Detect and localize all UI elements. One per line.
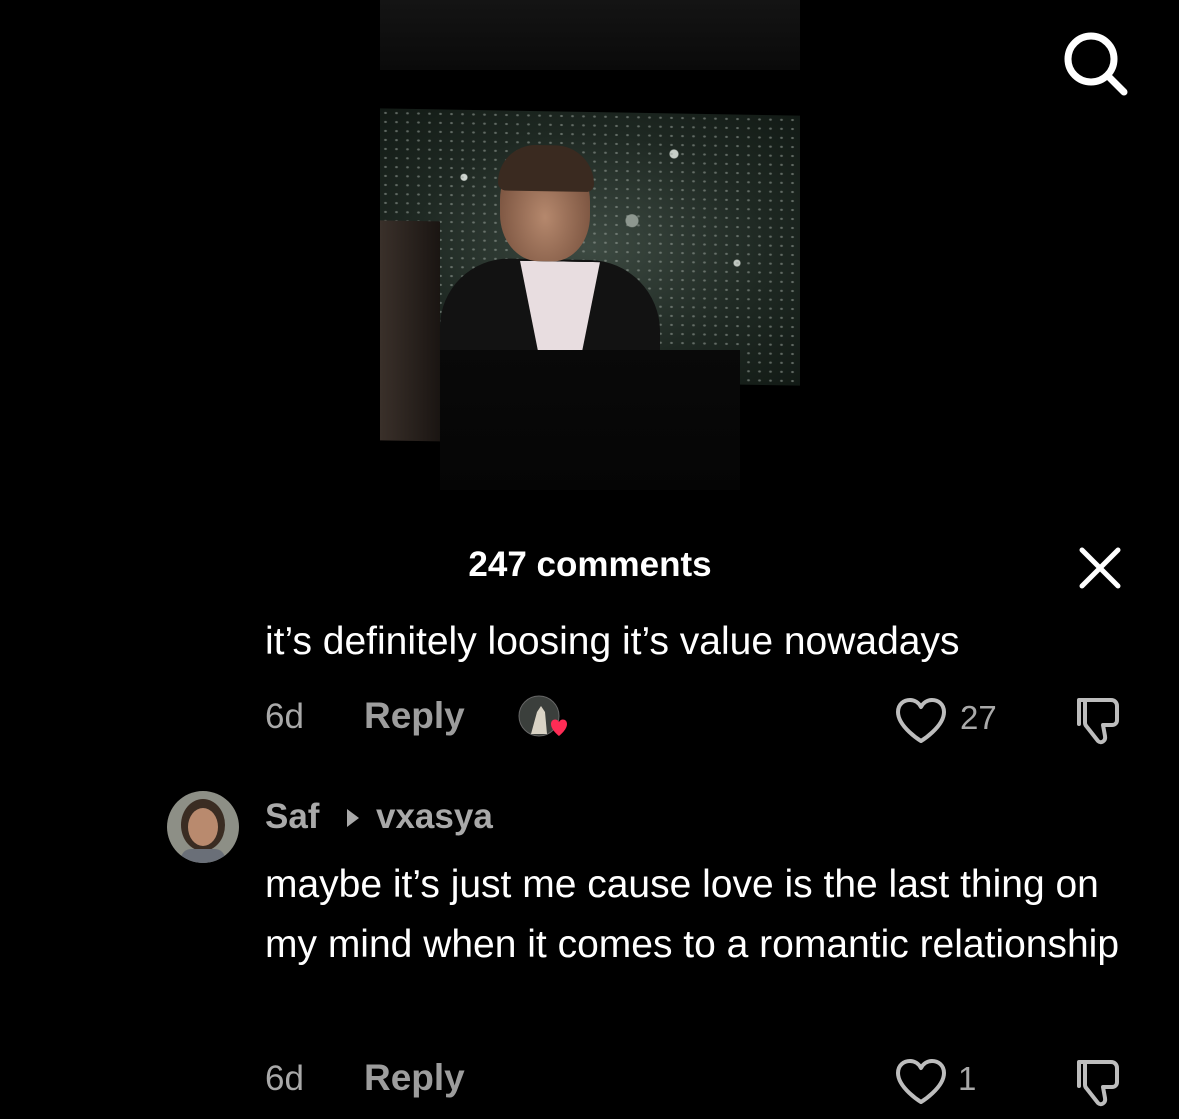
- search-icon[interactable]: [1060, 28, 1130, 98]
- movie-screen: [380, 108, 800, 442]
- thumbs-down-icon[interactable]: [1071, 694, 1129, 746]
- theater-ceiling: [380, 0, 800, 70]
- reply-arrow-icon: [347, 809, 359, 827]
- reply-button[interactable]: Reply: [364, 1057, 465, 1099]
- user-avatar-image: [167, 791, 239, 863]
- comment-timestamp: 6d: [265, 697, 304, 736]
- thumbs-down-icon[interactable]: [1071, 1056, 1129, 1108]
- like-count: 1: [958, 1060, 977, 1097]
- comment-timestamp: 6d: [265, 1059, 304, 1098]
- actor-hair: [498, 144, 594, 193]
- video-preview[interactable]: [380, 0, 800, 510]
- comments-count-title: 247 comments: [468, 545, 712, 584]
- avatar[interactable]: [167, 791, 239, 863]
- heart-outline-icon[interactable]: [894, 1058, 948, 1106]
- close-icon[interactable]: [1076, 544, 1124, 592]
- viewer-shoulder: [380, 220, 440, 442]
- heart-outline-icon[interactable]: [894, 697, 948, 745]
- like-count: 27: [960, 699, 997, 736]
- comment-text: it’s definitely loosing it’s value nowad…: [265, 620, 960, 663]
- reply-button[interactable]: Reply: [364, 695, 465, 737]
- theater-seats: [440, 350, 740, 490]
- comment-text: maybe it’s just me cause love is the las…: [265, 863, 1120, 966]
- comment-username[interactable]: Saf: [265, 797, 319, 837]
- creator-liked-badge: [518, 695, 567, 737]
- reply-to-username[interactable]: vxasya: [376, 797, 493, 837]
